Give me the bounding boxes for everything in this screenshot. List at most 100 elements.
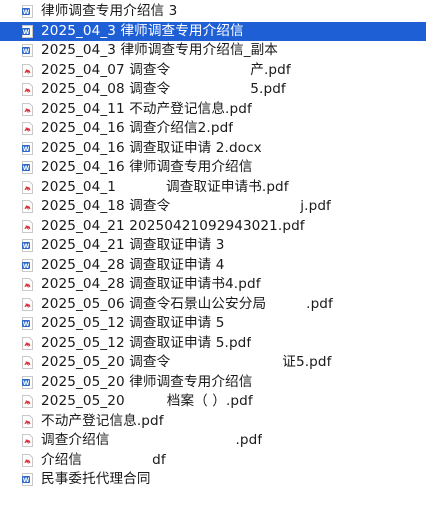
file-name: 2025_05_20 调查令 证5.pdf (41, 353, 332, 373)
pdf-icon (22, 356, 33, 370)
file-row[interactable]: W 2025_05_20 律师调查专用介绍信 (0, 373, 426, 393)
file-name: 2025_05_12 调查取证申请 5 (41, 314, 225, 334)
file-name: 2025_04_28 调查取证申请 4 (41, 256, 225, 276)
redaction-mask (124, 394, 167, 408)
file-row[interactable]: 2025_04_21 20250421092943021.pdf (0, 217, 426, 237)
file-row[interactable]: 2025_04_1 调查取证申请书.pdf (0, 178, 426, 198)
file-name-text: 调查介绍信 (41, 432, 110, 448)
file-row[interactable]: W 律师调查专用介绍信 3 (0, 2, 426, 22)
pdf-icon (22, 414, 33, 428)
pdf-icon (22, 395, 33, 409)
pdf-icon (22, 102, 33, 116)
pdf-icon (22, 83, 33, 97)
file-row[interactable]: 调查介绍信 .pdf (0, 431, 426, 451)
file-row[interactable]: W 2025_04_28 调查取证申请 4 (0, 256, 426, 276)
file-name-text: 2025_04_16 调查介绍信2.pdf (41, 120, 234, 136)
pdf-icon (22, 219, 33, 233)
file-name: 2025_05_20 律师调查专用介绍信 (41, 373, 252, 393)
file-row[interactable]: 2025_05_06 调查令石景山公安分局 .pdf (0, 295, 426, 315)
svg-text:W: W (23, 165, 30, 172)
file-name-text: 2025_04_11 不动产登记信息.pdf (41, 100, 252, 117)
file-name: 2025_04_07 调查令 产.pdf (41, 61, 291, 81)
svg-text:W: W (23, 48, 30, 55)
svg-text:W: W (23, 243, 30, 250)
file-name: 2025_04_21 20250421092943021.pdf (41, 217, 305, 237)
file-name-suffix: 调查取证申请书.pdf (166, 178, 289, 195)
redaction-mask (170, 199, 301, 213)
file-name-text: 2025_04_28 调查取证申请 4 (41, 256, 225, 273)
file-name-suffix: 档案（ ）.pdf (166, 393, 253, 409)
file-name: 不动产登记信息.pdf (41, 412, 164, 432)
file-name-text: 2025_05_20 调查令 (41, 354, 171, 370)
file-row[interactable]: 2025_05_12 调查取证申请 5.pdf (0, 334, 426, 354)
file-row[interactable]: 不动产登记信息.pdf (0, 412, 426, 432)
redaction-mask (109, 433, 236, 447)
file-name-suffix: 产.pdf (250, 61, 291, 78)
file-name: 2025_04_21 调查取证申请 3 (41, 236, 225, 256)
file-row[interactable]: W 2025_04_16 律师调查专用介绍信 (0, 158, 426, 178)
file-name-suffix: df (152, 451, 166, 468)
file-row[interactable]: 介绍信 df (0, 451, 426, 471)
redaction-mask (266, 296, 307, 311)
svg-text:W: W (23, 9, 30, 16)
file-row[interactable]: 2025_04_28 调查取证申请书4.pdf (0, 275, 426, 295)
file-name: 2025_04_11 不动产登记信息.pdf (41, 100, 252, 120)
file-row[interactable]: 2025_04_08 调查令 5.pdf (0, 80, 426, 100)
file-name: 2025_04_1 调查取证申请书.pdf (41, 178, 289, 198)
file-row[interactable]: W 2025_04_3 律师调查专用介绍信_副本 (0, 41, 426, 61)
file-name: 2025_04_16 调查取证申请 2.docx (41, 139, 262, 159)
pdf-icon (22, 453, 33, 467)
word-doc-icon: W (22, 161, 33, 175)
file-name-text: 2025_04_1 (41, 178, 117, 195)
pdf-icon (22, 180, 33, 194)
file-name: 民事委托代理合同 (41, 470, 151, 490)
pdf-icon (22, 200, 33, 214)
word-doc-icon: W (22, 5, 33, 19)
file-name-text: 律师调查专用介绍信 3 (41, 3, 178, 19)
file-name: 2025_05_20 档案（ ）.pdf (41, 392, 253, 412)
file-row[interactable]: 2025_04_18 调查令 j.pdf (0, 197, 426, 217)
file-row[interactable]: 2025_04_16 调查介绍信2.pdf (0, 119, 426, 139)
redaction-mask (170, 355, 283, 369)
word-doc-icon: W (22, 317, 33, 331)
file-name-text: 2025_04_16 调查取证申请 2.docx (41, 139, 262, 156)
file-name-text: 2025_05_12 调查取证申请 5.pdf (41, 334, 252, 351)
pdf-icon (22, 297, 33, 311)
file-name: 2025_04_16 律师调查专用介绍信 (41, 158, 252, 178)
pdf-icon (22, 336, 33, 350)
word-doc-icon: W (22, 239, 33, 253)
file-name-text: 介绍信 (41, 451, 83, 468)
file-name-suffix: 5.pdf (250, 81, 286, 97)
redaction-mask (82, 452, 153, 467)
file-name: 调查介绍信 .pdf (41, 431, 262, 451)
word-doc-icon: W (22, 24, 33, 38)
file-row[interactable]: 2025_05_20 档案（ ）.pdf (0, 392, 426, 412)
file-name: 2025_04_16 调查介绍信2.pdf (41, 119, 233, 139)
file-name-text: 2025_04_16 律师调查专用介绍信 (41, 159, 253, 175)
svg-text:W: W (23, 263, 30, 270)
file-row[interactable]: W 民事委托代理合同 (0, 470, 426, 490)
file-name: 2025_04_18 调查令 j.pdf (41, 197, 331, 217)
word-doc-icon: W (22, 375, 33, 389)
file-row[interactable]: 2025_05_20 调查令 证5.pdf (0, 353, 426, 373)
file-row[interactable]: W 2025_05_12 调查取证申请 5 (0, 314, 426, 334)
file-name-text: 2025_04_3 律师调查专用介绍信_副本 (41, 42, 278, 58)
file-row[interactable]: W 2025_04_21 调查取证申请 3 (0, 236, 426, 256)
file-row[interactable]: W 2025_04_16 调查取证申请 2.docx (0, 139, 426, 159)
file-row[interactable]: 2025_04_07 调查令 产.pdf (0, 61, 426, 81)
file-row[interactable]: W 2025_04_3 律师调查专用介绍信 (0, 21, 426, 41)
file-name-text: 2025_04_08 调查令 (41, 81, 171, 97)
pdf-icon (22, 434, 33, 448)
file-row[interactable]: 2025_04_11 不动产登记信息.pdf (0, 100, 426, 120)
file-name-text: 民事委托代理合同 (41, 471, 151, 487)
svg-text:W: W (23, 321, 30, 328)
file-name: 律师调查专用介绍信 3 (41, 2, 177, 22)
redaction-mask (116, 179, 167, 194)
file-name: 2025_04_3 律师调查专用介绍信_副本 (41, 41, 278, 61)
svg-text:W: W (23, 477, 30, 484)
file-name-text: 不动产登记信息.pdf (41, 412, 164, 429)
pdf-icon (22, 278, 33, 292)
file-name-suffix: .pdf (306, 295, 333, 312)
file-name-suffix: .pdf (235, 432, 263, 448)
pdf-icon (22, 122, 33, 136)
